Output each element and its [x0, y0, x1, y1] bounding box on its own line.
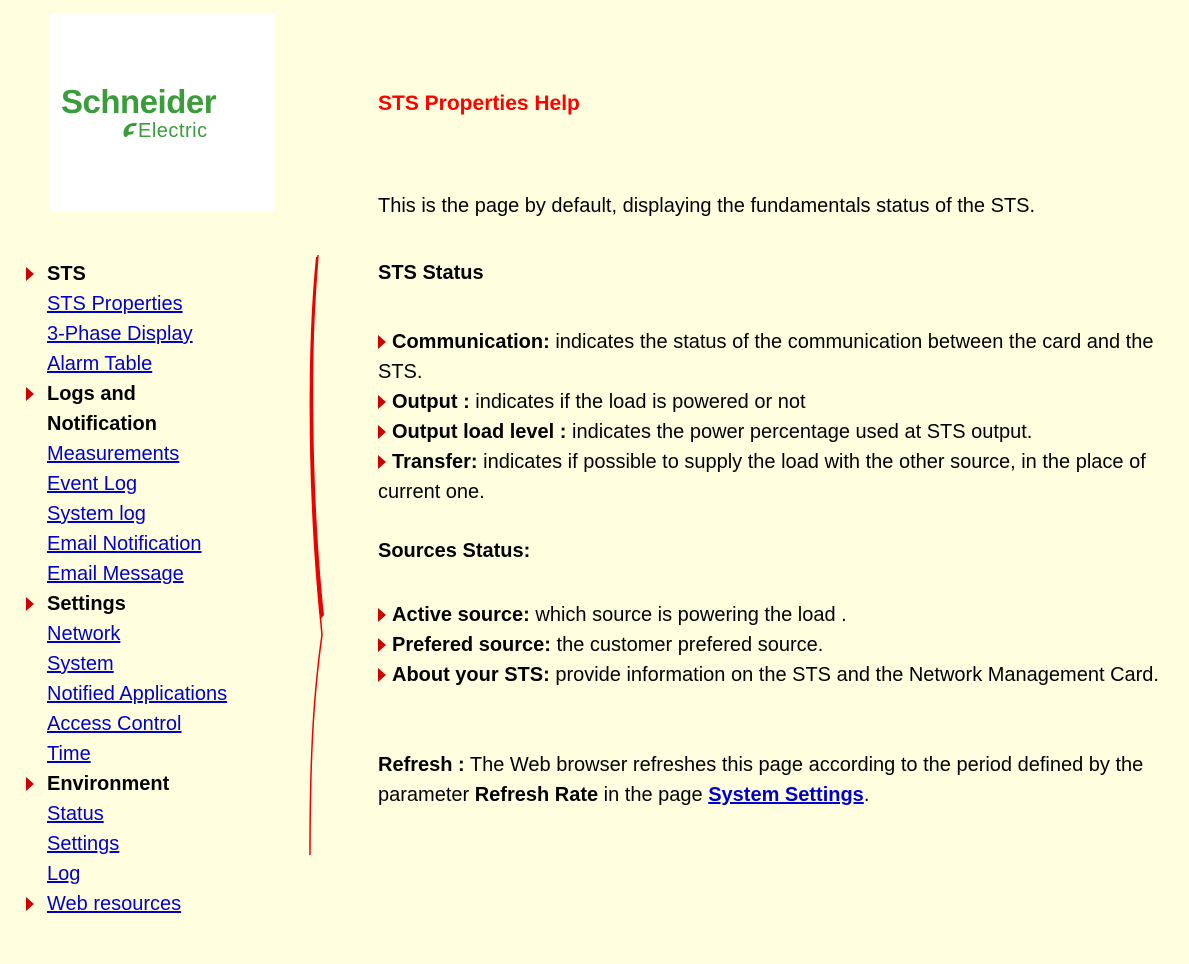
logo-swirl-icon	[123, 123, 137, 138]
refresh-rate-param: Refresh Rate	[474, 784, 599, 806]
left-navigation: STS STS Properties 3-Phase Display Alarm…	[0, 259, 300, 919]
nav-heading-logs-line2: Notification	[47, 413, 157, 435]
logo-text-schneider: Schneider	[61, 83, 217, 120]
logo-text-electric: Electric	[138, 120, 208, 142]
bullet-icon	[378, 608, 386, 622]
page-title: STS Properties Help	[378, 92, 580, 115]
nav-link-access-control[interactable]: Access Control	[47, 709, 300, 739]
item-text: the customer prefered source.	[550, 634, 824, 656]
list-item: Transfer: indicates if possible to suppl…	[378, 447, 1184, 507]
item-text: which source is powering the load .	[529, 604, 847, 626]
item-label: Communication:	[392, 331, 550, 353]
item-text: provide information on the STS and the N…	[549, 664, 1159, 686]
bullet-icon	[378, 335, 386, 349]
nav-link-web-resources[interactable]: Web resources	[47, 889, 300, 919]
nav-heading-environment: Environment	[47, 773, 170, 795]
sts-status-list: Communication: indicates the status of t…	[378, 327, 1184, 507]
nav-section-web-resources: Web resources	[0, 889, 300, 919]
refresh-text-2: in the page	[598, 784, 709, 806]
bullet-icon	[26, 597, 34, 611]
bullet-icon	[26, 387, 34, 401]
refresh-paragraph: Refresh : The Web browser refreshes this…	[378, 750, 1178, 810]
nav-heading-sts: STS	[47, 263, 86, 285]
sts-status-heading: STS Status	[378, 262, 484, 284]
nav-section-sts: STS STS Properties 3-Phase Display Alarm…	[0, 259, 300, 379]
bullet-icon	[378, 395, 386, 409]
nav-section-settings: Settings Network System Notified Applica…	[0, 589, 300, 769]
nav-link-notified-applications[interactable]: Notified Applications	[47, 679, 300, 709]
list-item: Communication: indicates the status of t…	[378, 327, 1184, 387]
nav-link-env-status[interactable]: Status	[47, 799, 300, 829]
bullet-icon	[378, 638, 386, 652]
item-label: Output :	[392, 391, 470, 413]
list-item: Prefered source: the customer prefered s…	[378, 630, 1184, 660]
nav-link-system-log[interactable]: System log	[47, 499, 300, 529]
nav-link-email-notification[interactable]: Email Notification	[47, 529, 300, 559]
system-settings-link[interactable]: System Settings	[708, 784, 864, 806]
decorative-red-curve	[309, 255, 324, 855]
nav-link-alarm-table[interactable]: Alarm Table	[47, 349, 300, 379]
item-label: Active source:	[392, 604, 530, 626]
nav-link-email-message[interactable]: Email Message	[47, 559, 300, 589]
nav-link-measurements[interactable]: Measurements	[47, 439, 300, 469]
item-label: Output load level :	[392, 421, 567, 443]
refresh-label: Refresh :	[378, 754, 465, 776]
nav-link-env-settings[interactable]: Settings	[47, 829, 300, 859]
item-text: indicates if the load is powered or not	[469, 391, 806, 413]
nav-section-logs: Logs and Notification Measurements Event…	[0, 379, 300, 589]
nav-heading-logs-line1: Logs and	[47, 383, 136, 405]
list-item: Active source: which source is powering …	[378, 600, 1184, 630]
sources-status-heading: Sources Status:	[378, 540, 531, 562]
nav-heading-settings: Settings	[47, 593, 126, 615]
item-label: About your STS:	[392, 664, 550, 686]
bullet-icon	[378, 668, 386, 682]
nav-link-sts-properties[interactable]: STS Properties	[47, 289, 300, 319]
sources-status-list: Active source: which source is powering …	[378, 600, 1184, 690]
nav-section-environment: Environment Status Settings Log	[0, 769, 300, 889]
nav-link-env-log[interactable]: Log	[47, 859, 300, 889]
bullet-icon	[26, 897, 34, 911]
nav-link-system[interactable]: System	[47, 649, 300, 679]
list-item: Output : indicates if the load is powere…	[378, 387, 1184, 417]
nav-link-time[interactable]: Time	[47, 739, 300, 769]
nav-link-network[interactable]: Network	[47, 619, 300, 649]
bullet-icon	[26, 777, 34, 791]
refresh-end: .	[863, 784, 870, 806]
list-item: Output load level : indicates the power …	[378, 417, 1184, 447]
intro-text: This is the page by default, displaying …	[378, 195, 1036, 217]
nav-link-3-phase-display[interactable]: 3-Phase Display	[47, 319, 300, 349]
bullet-icon	[378, 455, 386, 469]
bullet-icon	[26, 267, 34, 281]
item-text: indicates if possible to supply the load…	[378, 451, 1146, 503]
nav-link-event-log[interactable]: Event Log	[47, 469, 300, 499]
list-item: About your STS: provide information on t…	[378, 660, 1184, 690]
item-label: Transfer:	[392, 451, 478, 473]
bullet-icon	[378, 425, 386, 439]
item-text: indicates the power percentage used at S…	[566, 421, 1033, 443]
schneider-logo: Schneider Electric	[50, 14, 275, 212]
item-label: Prefered source:	[392, 634, 551, 656]
